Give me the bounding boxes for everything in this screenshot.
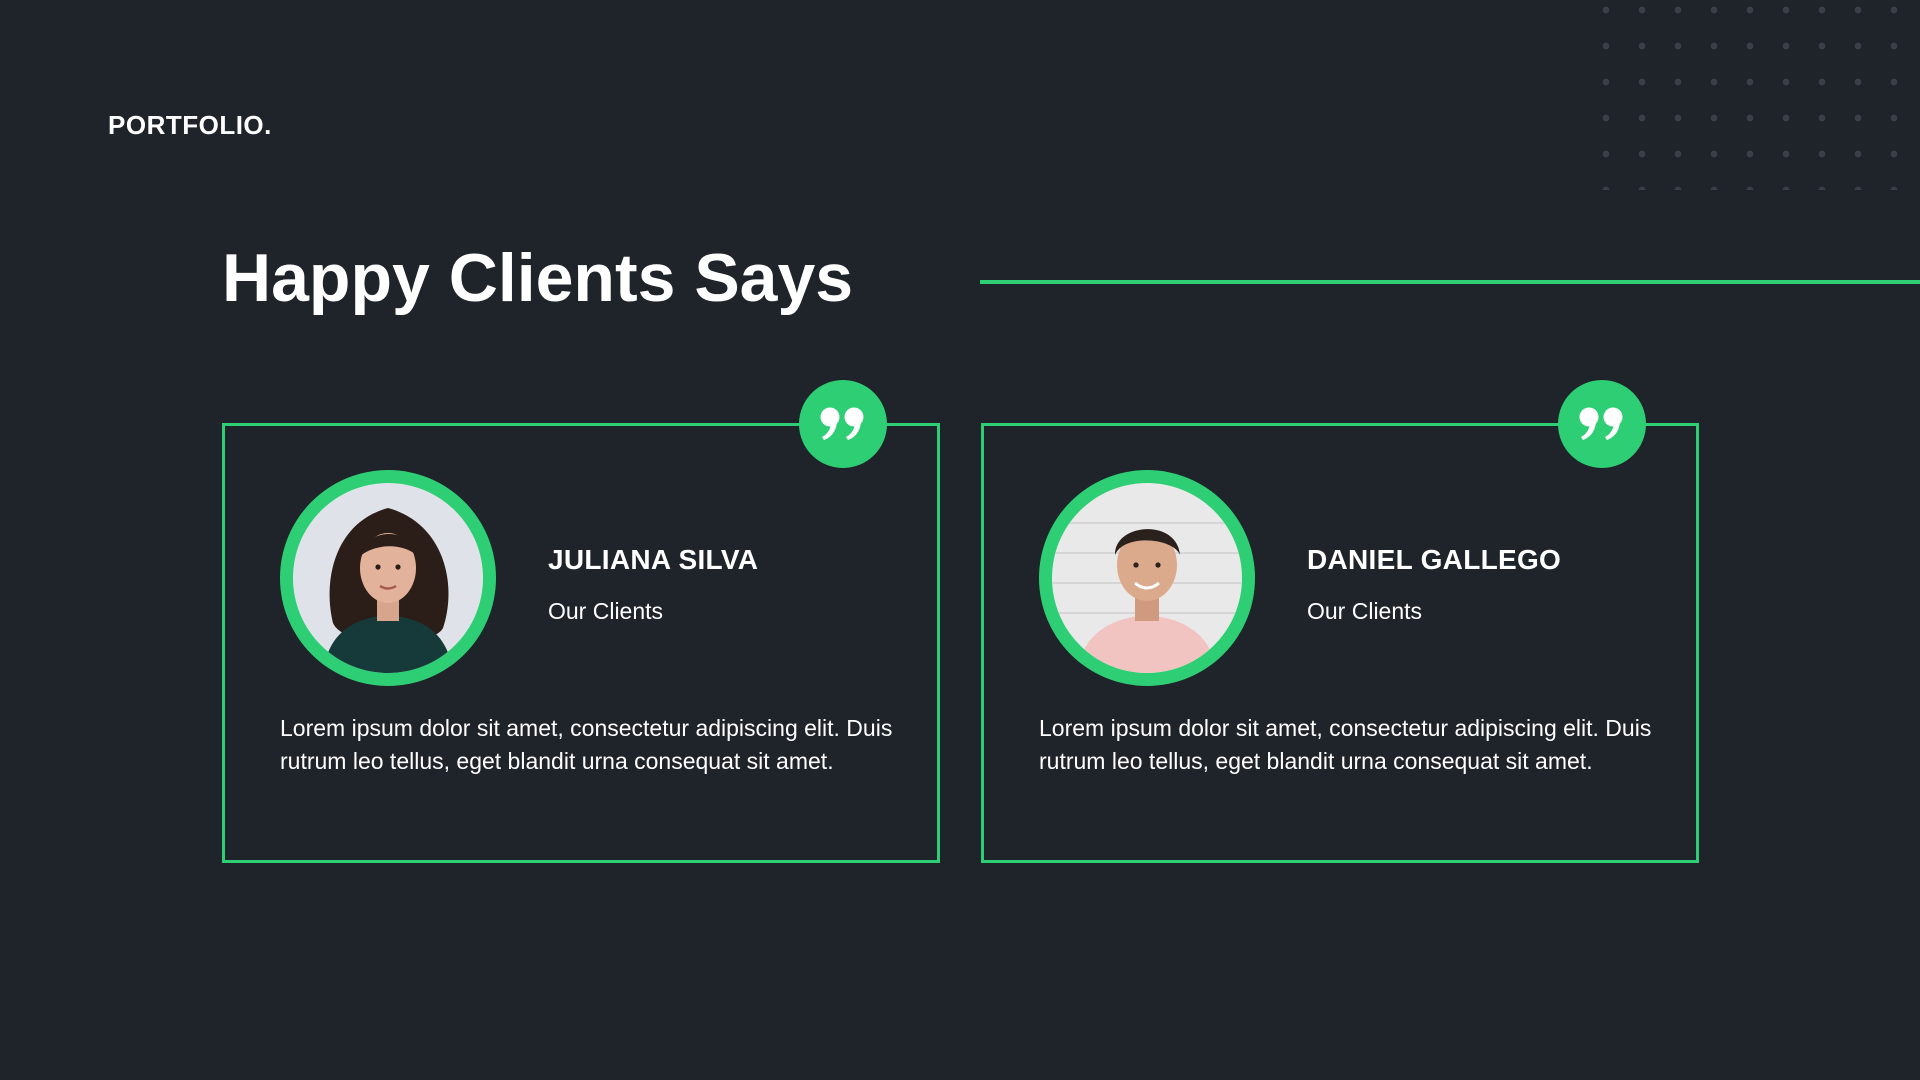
decorative-dot-grid (1580, 0, 1920, 190)
avatar-photo-woman (293, 483, 483, 673)
testimonial-text: Lorem ipsum dolor sit amet, consectetur … (1039, 715, 1652, 774)
client-name: JULIANA SILVA (548, 544, 759, 575)
page-title: Happy Clients Says (222, 240, 854, 316)
quote-icon (1558, 380, 1646, 468)
client-name: DANIEL GALLEGO (1307, 544, 1562, 575)
client-avatar (1039, 470, 1255, 686)
portfolio-logo[interactable]: PORTFOLIO. (108, 110, 272, 141)
client-role: Our Clients (548, 598, 664, 624)
quote-icon (799, 380, 887, 468)
testimonial-card: DANIEL GALLEGO Our Clients Lorem ipsum d… (981, 380, 1699, 863)
testimonial-text: Lorem ipsum dolor sit amet, consectetur … (280, 715, 893, 774)
client-avatar (280, 470, 496, 686)
title-divider-line (980, 280, 1920, 284)
testimonial-card: JULIANA SILVA Our Clients Lorem ipsum do… (222, 380, 940, 863)
avatar-photo-man (1052, 483, 1242, 673)
client-role: Our Clients (1307, 598, 1423, 624)
